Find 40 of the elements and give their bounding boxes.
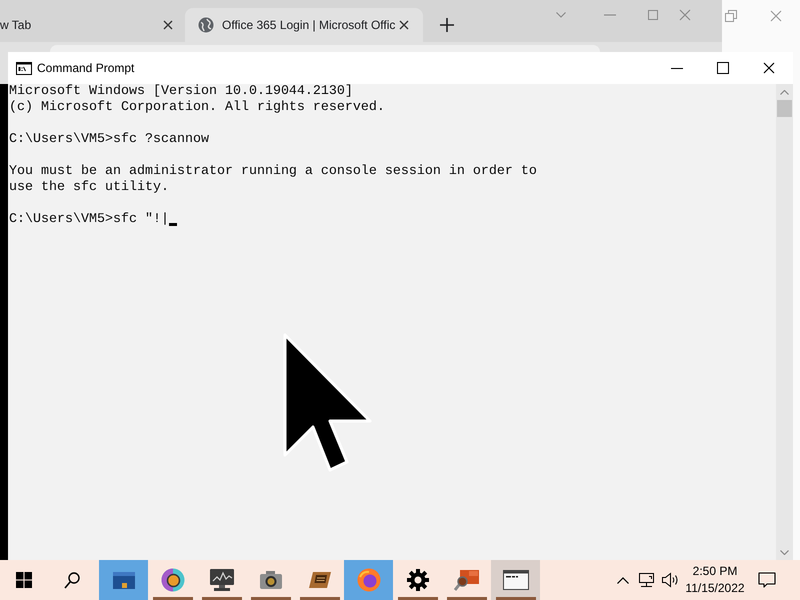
screen-magnifier-icon: [454, 569, 480, 591]
terminal-icon: [16, 62, 32, 74]
camera-icon: [258, 570, 282, 590]
console-text: C:\Users\VM5>sfc ?scannow: [9, 132, 209, 147]
slanted-card-icon: [308, 571, 332, 589]
close-icon[interactable]: [763, 62, 775, 74]
start-menu-icon: [16, 572, 32, 588]
browser-tab[interactable]: w Tab: [0, 8, 185, 42]
address-field[interactable]: [50, 45, 600, 52]
settings-icon: [406, 569, 428, 591]
maximize-icon[interactable]: [717, 62, 729, 74]
console-text: (c) Microsoft Corporation. All rights reserved.: [9, 100, 385, 115]
browser-tab[interactable]: Office 365 Login | Microsoft Offic: [185, 8, 423, 42]
window-title: Command Prompt: [37, 60, 134, 76]
notification-icon[interactable]: [758, 572, 776, 588]
close-icon[interactable]: [163, 20, 173, 30]
terminal-icon: [502, 570, 528, 590]
text-cursor-icon: [168, 223, 177, 226]
chevron-up-icon[interactable]: [617, 576, 629, 584]
close-icon[interactable]: [399, 20, 409, 30]
console-text: You must be an administrator running a console session in order to: [9, 164, 537, 179]
scrollbar-thumb[interactable]: [777, 100, 792, 117]
scrollbar[interactable]: [776, 84, 793, 560]
mouse-pointer-icon: [283, 333, 373, 473]
search-icon: [64, 572, 80, 588]
console-text: use the sfc utility.: [9, 180, 169, 195]
flame-globe-icon: [356, 568, 380, 592]
scroll-down-icon[interactable]: [780, 550, 789, 554]
taskbar-button[interactable]: [491, 560, 540, 600]
restore-icon[interactable]: [725, 10, 737, 22]
folder-icon: [112, 570, 136, 590]
clock-time[interactable]: 2:50 PM: [692, 563, 738, 580]
orb-icon: [160, 568, 184, 592]
scroll-up-icon[interactable]: [780, 90, 789, 94]
network-icon[interactable]: [638, 572, 656, 588]
clock-date[interactable]: 11/15/2022: [685, 580, 745, 597]
console-text: Microsoft Windows [Version 10.0.19044.2130]: [9, 84, 353, 99]
monitor-chart-icon: [208, 568, 234, 592]
plus-icon[interactable]: [440, 18, 454, 32]
console-text: C:\Users\VM5>sfc "!|: [9, 212, 169, 227]
